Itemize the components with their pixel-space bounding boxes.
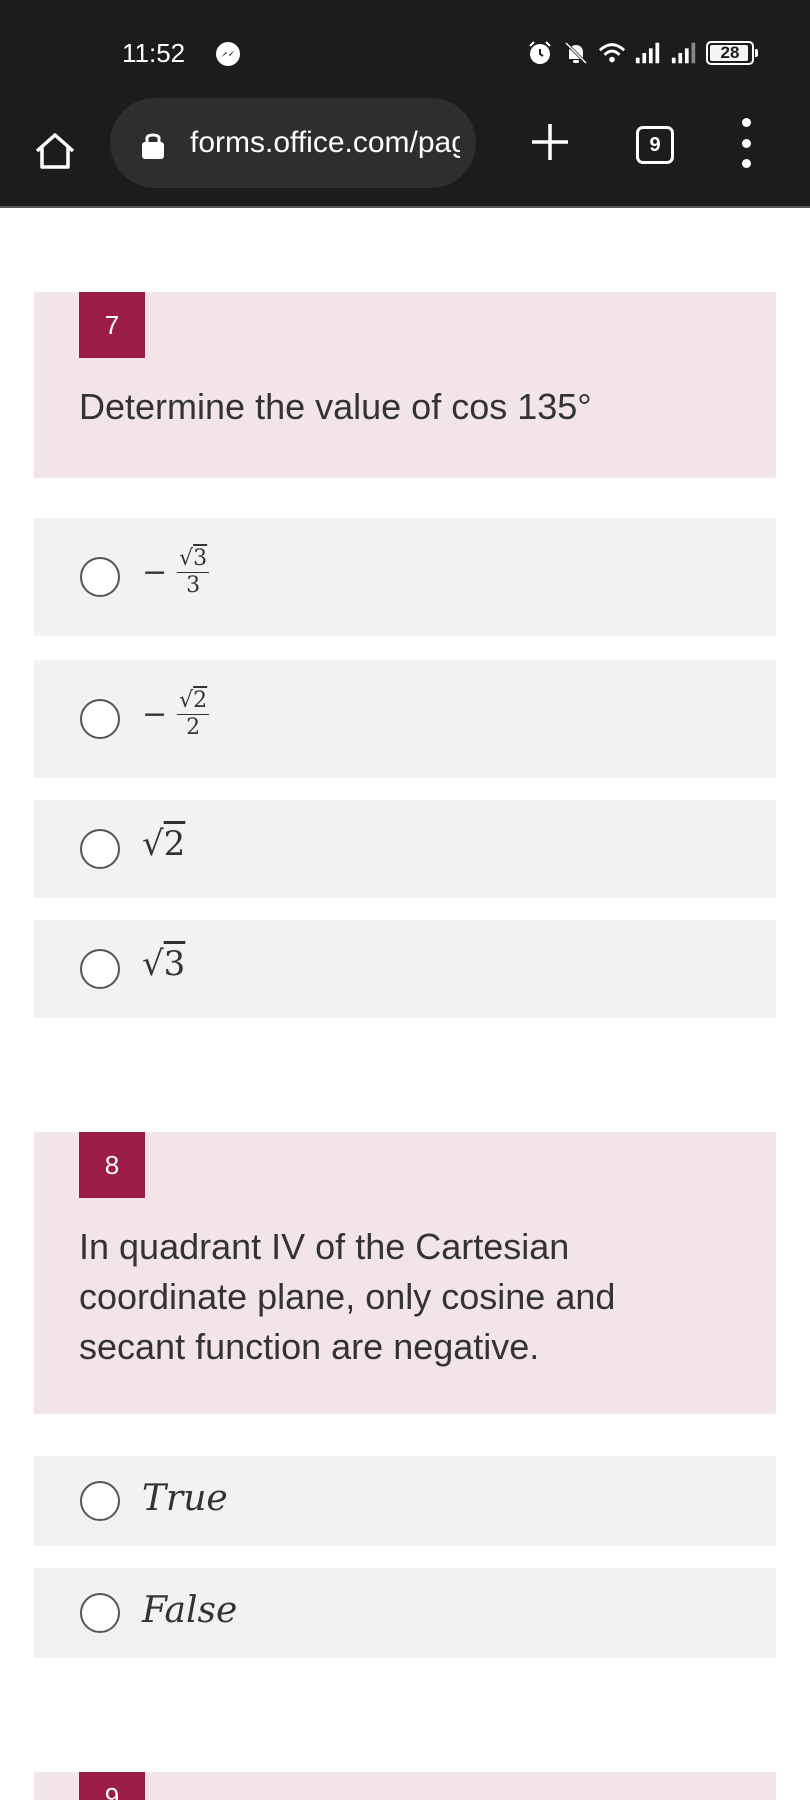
radio-button[interactable] <box>80 949 120 989</box>
radio-button[interactable] <box>80 699 120 739</box>
question-7-header: 7 Determine the value of cos 135° <box>34 292 776 478</box>
question-number: 9 <box>79 1772 145 1800</box>
mute-bell-icon <box>562 39 590 67</box>
lock-icon <box>142 133 164 159</box>
browser-toolbar: forms.office.com/pages 9 <box>0 96 810 208</box>
q8-option-true[interactable]: True <box>34 1456 776 1546</box>
q7-option-3[interactable]: √2 <box>34 800 776 898</box>
radio-button[interactable] <box>80 557 120 597</box>
question-8-header: 8 In quadrant IV of the Cartesian coordi… <box>34 1132 776 1414</box>
q7-option-4[interactable]: √3 <box>34 920 776 1018</box>
q7-option-2[interactable]: − √2 2 <box>34 660 776 778</box>
home-button[interactable] <box>30 126 80 176</box>
question-number: 8 <box>79 1132 145 1198</box>
question-number: 7 <box>79 292 145 358</box>
url-text: forms.office.com/pages <box>190 126 460 159</box>
status-bar: 11:52 28 <box>0 0 810 96</box>
option-math: − √2 2 <box>142 688 210 740</box>
wifi-icon <box>598 39 626 67</box>
option-label: True <box>142 1478 228 1519</box>
option-label: False <box>142 1590 238 1631</box>
alarm-icon <box>526 39 554 67</box>
battery-icon: 28 <box>706 41 758 65</box>
battery-level: 28 <box>720 43 740 62</box>
signal-icon-1 <box>634 39 662 67</box>
question-9-header: 9 <box>34 1772 776 1800</box>
q7-option-1[interactable]: − √3 3 <box>34 518 776 636</box>
address-bar[interactable]: forms.office.com/pages <box>110 98 476 188</box>
radio-button[interactable] <box>80 1481 120 1521</box>
tab-count: 9 <box>649 133 661 156</box>
q8-option-false[interactable]: False <box>34 1568 776 1658</box>
menu-button[interactable] <box>736 118 756 168</box>
home-icon <box>35 133 75 169</box>
signal-icon-2 <box>670 39 698 67</box>
new-tab-button[interactable] <box>528 120 572 164</box>
radio-button[interactable] <box>80 829 120 869</box>
question-text: In quadrant IV of the Cartesian coordina… <box>79 1226 616 1367</box>
option-math: − √3 3 <box>142 546 210 598</box>
plus-icon <box>532 124 568 160</box>
status-icons: 28 <box>526 38 758 68</box>
option-math: √3 <box>142 944 186 984</box>
radio-button[interactable] <box>80 1593 120 1633</box>
question-text: Determine the value of cos 135° <box>79 386 592 427</box>
messenger-icon <box>216 42 240 66</box>
tab-switcher-button[interactable]: 9 <box>636 126 674 164</box>
status-time: 11:52 <box>122 38 186 68</box>
more-icon <box>741 118 751 127</box>
option-math: √2 <box>142 824 186 864</box>
